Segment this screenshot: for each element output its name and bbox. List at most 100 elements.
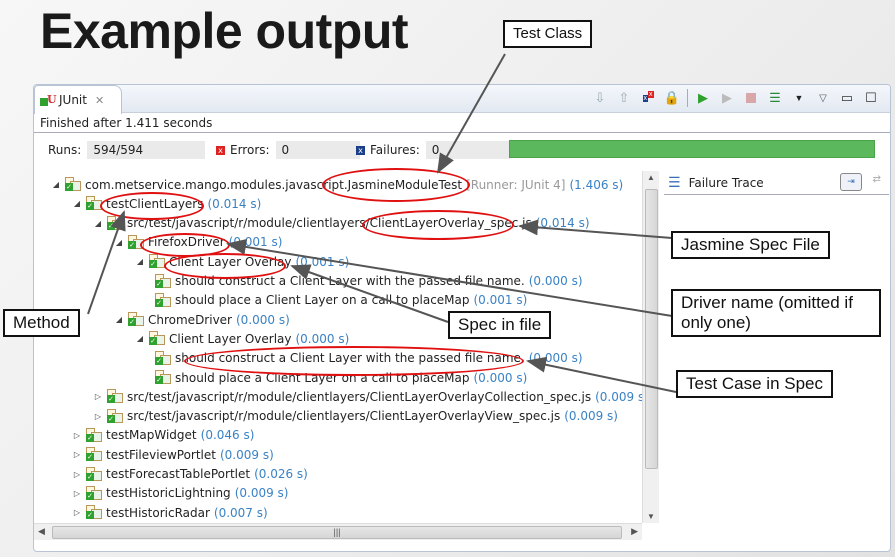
failures-label: Failures: xyxy=(370,143,420,157)
errors-label: Errors: xyxy=(230,143,270,157)
tree-item-label: src/test/javascript/r/module/clientlayer… xyxy=(127,409,561,424)
expanded-twisty-icon[interactable]: ◢ xyxy=(134,257,146,266)
test-run-history-icon[interactable]: ☰ xyxy=(766,89,784,107)
stop-icon[interactable] xyxy=(742,89,760,107)
compare-result-icon[interactable]: ⇄ xyxy=(873,174,881,185)
suite-passed-icon: ✓ xyxy=(149,254,165,269)
collapsed-twisty-icon[interactable]: ▷ xyxy=(71,450,83,459)
ellipse-test-case xyxy=(184,346,524,376)
suite-passed-icon: ✓ xyxy=(149,331,165,346)
test-passed-icon: ✓ xyxy=(155,273,171,289)
callout-spec-in-file: Spec in file xyxy=(448,311,552,339)
show-failures-only-icon[interactable]: xx xyxy=(639,89,657,107)
minimize-icon[interactable]: ▭ xyxy=(838,89,856,107)
failures-counter: x Failures: 0 xyxy=(356,141,510,159)
vertical-scrollbar[interactable]: ▲ ▼ xyxy=(642,171,659,523)
stack-trace-icon: ☰ xyxy=(668,174,681,191)
test-suite-row[interactable]: ◢ ✓ ChromeDriver (0.000 s) xyxy=(113,310,290,329)
elapsed-time: (0.026 s) xyxy=(254,467,308,481)
elapsed-time: (0.009 s) xyxy=(564,409,618,424)
horizontal-scroll-thumb[interactable]: ||| xyxy=(52,526,622,539)
collapsed-twisty-icon[interactable]: ▷ xyxy=(92,392,104,401)
suite-passed-icon: ✓ xyxy=(107,408,123,424)
tree-item-label: ChromeDriver xyxy=(148,312,232,327)
close-icon[interactable]: ✕ xyxy=(95,94,104,107)
elapsed-time: (0.001 s) xyxy=(228,235,283,250)
runs-label: Runs: xyxy=(48,143,82,157)
test-suite-row[interactable]: ▷ ✓ src/test/javascript/r/module/clientlay… xyxy=(92,387,649,406)
elapsed-time: (0.009 s) xyxy=(234,486,289,501)
suite-passed-icon: ✓ xyxy=(86,485,102,501)
failure-trace-pane: ☰ Failure Trace ⇥ ⇄ xyxy=(664,171,889,551)
scroll-lock-icon[interactable]: 🔒 xyxy=(663,89,681,107)
collapsed-twisty-icon[interactable]: ▷ xyxy=(71,470,83,479)
test-passed-icon: ✓ xyxy=(155,370,171,385)
expanded-twisty-icon[interactable]: ◢ xyxy=(50,180,62,189)
elapsed-time: (0.001 s) xyxy=(295,254,350,269)
junit-icon: U xyxy=(40,93,57,107)
collapsed-twisty-icon[interactable]: ▷ xyxy=(71,489,83,498)
dropdown-icon[interactable]: ▼ xyxy=(790,89,808,107)
test-suite-row[interactable]: ▷ ✓ src/test/javascript/r/module/clientlay… xyxy=(92,407,618,426)
elapsed-time: (0.000 s) xyxy=(528,351,583,366)
progress-bar xyxy=(509,140,875,158)
collapsed-twisty-icon[interactable]: ▷ xyxy=(92,412,104,421)
rerun-failed-first-icon[interactable]: ▶ xyxy=(718,89,736,107)
previous-failure-icon[interactable]: ⇧ xyxy=(615,89,633,107)
scroll-up-icon[interactable]: ▲ xyxy=(647,173,655,182)
runner-label: [Runner: JUnit 4] xyxy=(466,177,566,192)
tree-item-label: src/test/javascript/r/module/clientlayer… xyxy=(127,389,592,404)
runs-value: 594/594 xyxy=(87,141,206,159)
test-suite-row[interactable]: ▷ ✓ testFileviewPortlet (0.009 s) xyxy=(71,445,274,464)
callout-method: Method xyxy=(3,309,80,337)
horizontal-scrollbar[interactable]: ◀ ||| ▶ xyxy=(34,523,642,540)
test-passed-icon: ✓ xyxy=(155,350,171,366)
scroll-right-icon[interactable]: ▶ xyxy=(631,526,638,537)
error-icon: x xyxy=(216,145,225,155)
expanded-twisty-icon[interactable]: ◢ xyxy=(134,334,146,343)
ellipse-method xyxy=(100,192,204,220)
suite-passed-icon: ✓ xyxy=(107,215,123,231)
scroll-left-icon[interactable]: ◀ xyxy=(38,526,45,537)
view-menu-icon[interactable]: ▽ xyxy=(814,89,832,107)
scroll-down-icon[interactable]: ▼ xyxy=(647,512,655,521)
tab-junit[interactable]: U JUnit ✕ xyxy=(34,85,122,114)
test-suite-row[interactable]: ▷ ✓ testForecastTablePortlet (0.026 s) xyxy=(71,465,308,484)
rerun-test-icon[interactable]: ▶ xyxy=(694,89,712,107)
suite-passed-icon: ✓ xyxy=(86,466,102,482)
test-suite-row[interactable]: ▷ ✓ testHistoricRadar (0.007 s) xyxy=(71,503,268,522)
expanded-twisty-icon[interactable]: ◢ xyxy=(113,238,125,247)
tab-label: JUnit xyxy=(59,93,87,107)
expanded-twisty-icon[interactable]: ◢ xyxy=(71,199,83,208)
status-text: Finished after 1.411 seconds xyxy=(34,113,890,133)
expanded-twisty-icon[interactable]: ◢ xyxy=(113,315,125,324)
test-suite-row[interactable]: ▷ ✓ testMapWidget (0.046 s) xyxy=(71,426,254,445)
test-suite-row[interactable]: ▷ ✓ testHistoricLightning (0.009 s) xyxy=(71,484,288,503)
collapsed-twisty-icon[interactable]: ▷ xyxy=(71,431,83,440)
elapsed-time: (0.000 s) xyxy=(236,312,290,327)
elapsed-time: (0.014 s) xyxy=(207,196,262,211)
suite-passed-icon: ✓ xyxy=(86,447,102,462)
vertical-scroll-thumb[interactable] xyxy=(645,189,658,469)
elapsed-time: (0.009 s) xyxy=(595,389,649,404)
toolbar-separator xyxy=(687,89,688,107)
tree-item-label: testHistoricLightning xyxy=(106,486,231,501)
elapsed-time: (0.000 s) xyxy=(528,274,583,288)
filter-stack-trace-button[interactable]: ⇥ xyxy=(840,173,862,191)
collapsed-twisty-icon[interactable]: ▷ xyxy=(71,508,83,517)
errors-counter: x Errors: 0 xyxy=(216,141,360,159)
expanded-twisty-icon[interactable]: ◢ xyxy=(92,219,104,228)
next-failure-icon[interactable]: ⇩ xyxy=(591,89,609,107)
callout-driver-name: Driver name (omitted if only one) xyxy=(671,289,881,337)
elapsed-time: (0.046 s) xyxy=(200,428,255,443)
tree-item-label: testFileviewPortlet xyxy=(106,447,216,462)
elapsed-time: (0.001 s) xyxy=(473,293,528,308)
suite-passed-icon: ✓ xyxy=(86,505,102,520)
view-tabbar: U JUnit ✕ ⇩ ⇧ xx 🔒 ▶ ▶ ☰ ▼ ▽ ▭ ☐ xyxy=(34,85,890,114)
suite-passed-icon: ✓ xyxy=(65,177,81,192)
maximize-icon[interactable]: ☐ xyxy=(862,89,880,107)
counters-bar: Runs: 594/594 x Errors: 0 x Failures: 0 xyxy=(34,133,890,167)
test-case-row[interactable]: ✓ should place a Client Layer on a call t… xyxy=(155,291,527,310)
tree-item-label: testMapWidget xyxy=(106,428,197,443)
failures-value: 0 xyxy=(425,141,510,159)
